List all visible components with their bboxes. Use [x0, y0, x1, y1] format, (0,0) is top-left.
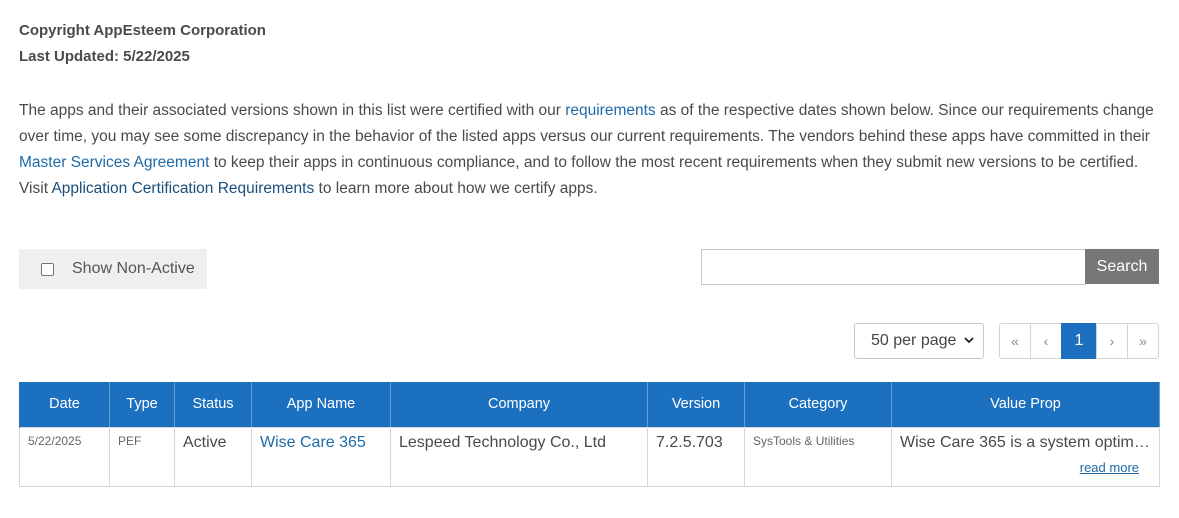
- intro-text-4: to learn more about how we certify apps.: [314, 180, 598, 197]
- header-date[interactable]: Date: [19, 382, 110, 427]
- copyright-text: Copyright AppEsteem Corporation: [19, 22, 266, 39]
- current-page-button[interactable]: 1: [1061, 323, 1097, 359]
- page-meta: Copyright AppEsteem Corporation Last Upd…: [19, 18, 266, 70]
- cell-version: 7.2.5.703: [647, 426, 745, 487]
- cell-company: Lespeed Technology Co., Ltd: [390, 426, 648, 487]
- app-name-link[interactable]: Wise Care 365: [260, 434, 366, 451]
- prev-page-button[interactable]: ‹: [1030, 323, 1062, 359]
- cell-type: PEF: [109, 426, 175, 487]
- cell-app-name: Wise Care 365: [251, 426, 391, 487]
- chevron-down-icon: [963, 334, 975, 349]
- intro-paragraph: The apps and their associated versions s…: [19, 98, 1159, 202]
- cell-value-prop: Wise Care 365 is a system optimization t…: [891, 426, 1160, 487]
- search-button[interactable]: Search: [1085, 249, 1159, 284]
- value-prop-text: Wise Care 365 is a system optimization t…: [900, 433, 1151, 451]
- header-category[interactable]: Category: [744, 382, 892, 427]
- cell-category: SysTools & Utilities: [744, 426, 892, 487]
- per-page-value: 50 per page: [871, 332, 957, 349]
- application-certification-requirements-link[interactable]: Application Certification Requirements: [51, 180, 314, 197]
- first-page-button[interactable]: «: [999, 323, 1031, 359]
- next-page-button[interactable]: ›: [1096, 323, 1128, 359]
- page: Copyright AppEsteem Corporation Last Upd…: [0, 0, 1179, 518]
- header-app-name[interactable]: App Name: [251, 382, 391, 427]
- header-version[interactable]: Version: [647, 382, 745, 427]
- last-updated-text: Last Updated: 5/22/2025: [19, 48, 190, 65]
- table-header-row: Date Type Status App Name Company Versio…: [19, 382, 1160, 427]
- show-non-active-checkbox[interactable]: [41, 262, 54, 276]
- apps-table: Date Type Status App Name Company Versio…: [19, 382, 1160, 487]
- show-non-active-toggle[interactable]: Show Non-Active: [19, 249, 207, 289]
- cell-date: 5/22/2025: [19, 426, 110, 487]
- show-non-active-label: Show Non-Active: [72, 260, 195, 277]
- last-page-button[interactable]: »: [1127, 323, 1159, 359]
- header-value-prop[interactable]: Value Prop: [891, 382, 1160, 427]
- header-company[interactable]: Company: [390, 382, 648, 427]
- per-page-select[interactable]: 50 per page: [854, 323, 984, 359]
- requirements-link[interactable]: requirements: [565, 102, 655, 119]
- pagination: « ‹ 1 › »: [999, 323, 1159, 359]
- header-status[interactable]: Status: [174, 382, 252, 427]
- search-input[interactable]: [701, 249, 1086, 285]
- intro-text-1: The apps and their associated versions s…: [19, 102, 566, 119]
- cell-status: Active: [174, 426, 252, 487]
- header-type[interactable]: Type: [109, 382, 175, 427]
- master-services-agreement-link[interactable]: Master Services Agreement: [19, 154, 209, 171]
- table-row: 5/22/2025 PEF Active Wise Care 365 Lespe…: [19, 426, 1160, 487]
- read-more-link[interactable]: read more: [900, 460, 1151, 475]
